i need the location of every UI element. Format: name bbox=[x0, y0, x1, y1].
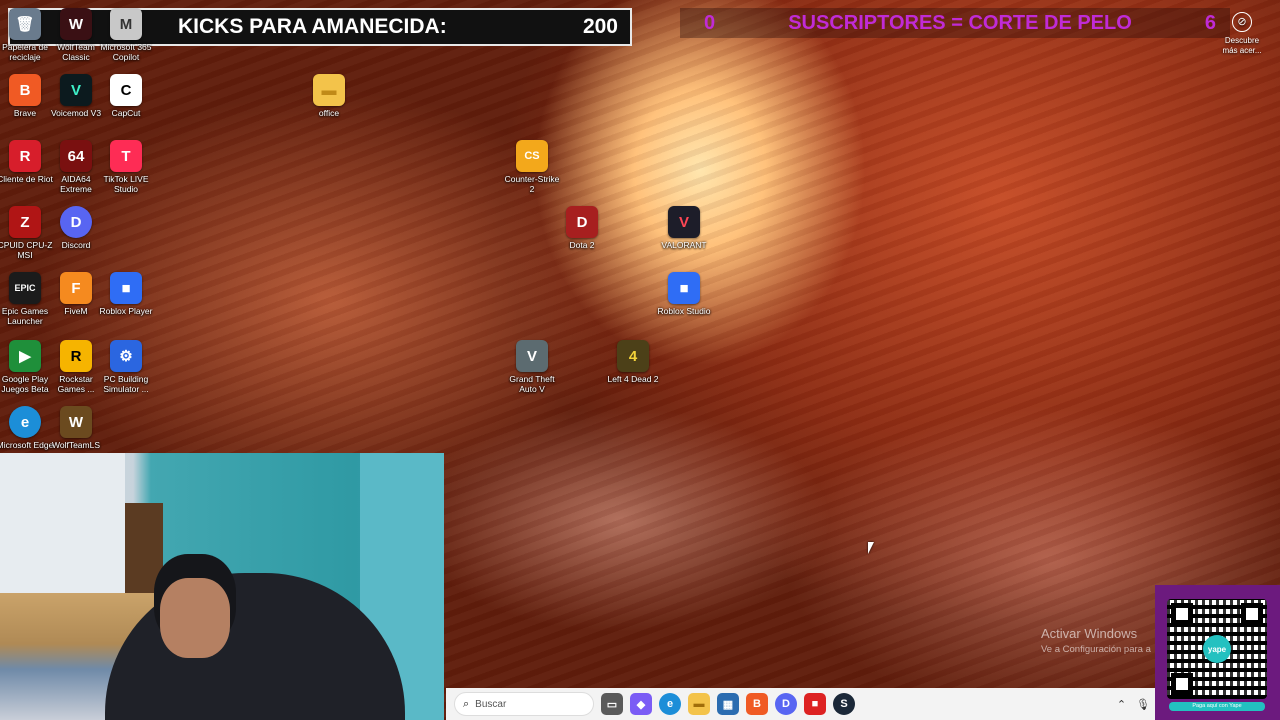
desktop-icon-gta-v[interactable]: V Grand Theft Auto V bbox=[502, 340, 562, 394]
desktop-icon-label: Roblox Studio bbox=[657, 306, 711, 316]
desktop-icon-label: Counter-Strike 2 bbox=[504, 174, 560, 194]
taskbar: ⌕ Buscar ▭ ◆ e ▬ ▦ B D ■ S ⌃ 🎙 bbox=[446, 688, 1160, 720]
folder-icon: ▬ bbox=[313, 74, 345, 106]
steam-icon[interactable]: S bbox=[833, 693, 855, 715]
desktop-icon-label: PC Building Simulator ... bbox=[103, 374, 149, 394]
store-icon[interactable]: ▦ bbox=[717, 693, 739, 715]
brave-icon: B bbox=[9, 74, 41, 106]
subs-count-right: 6 bbox=[1204, 11, 1216, 34]
desktop-icon-label: WolfTeamLS bbox=[51, 440, 101, 450]
desktop-icon-left-4-dead-2[interactable]: 4 Left 4 Dead 2 bbox=[603, 340, 663, 384]
wolfteam-icon: W bbox=[60, 406, 92, 438]
search-placeholder: Buscar bbox=[475, 698, 507, 710]
mouse-cursor bbox=[868, 542, 874, 554]
desktop-icon-label: Left 4 Dead 2 bbox=[607, 374, 659, 384]
microphone-icon[interactable]: 🎙 bbox=[1136, 698, 1150, 711]
left4dead-icon: 4 bbox=[617, 340, 649, 372]
valorant-icon: V bbox=[668, 206, 700, 238]
edge-icon[interactable]: e bbox=[659, 693, 681, 715]
discord-icon: D bbox=[60, 206, 92, 238]
activate-title: Activar Windows bbox=[1041, 626, 1138, 641]
desktop-icon-roblox-player[interactable]: ■ Roblox Player bbox=[96, 272, 156, 316]
roblox-icon: ■ bbox=[110, 272, 142, 304]
roblox-studio-icon: ■ bbox=[668, 272, 700, 304]
desktop-icon-roblox-studio[interactable]: ■ Roblox Studio bbox=[654, 272, 714, 316]
webcam-feed bbox=[0, 453, 444, 720]
discover-acer-widget[interactable]: ⊘ Descubre más acer... bbox=[1218, 12, 1266, 56]
webcam-head bbox=[160, 578, 230, 658]
cpuz-icon: Z bbox=[9, 206, 41, 238]
kicks-value: 200 bbox=[582, 15, 618, 38]
taskbar-search[interactable]: ⌕ Buscar bbox=[454, 692, 594, 716]
desktop-icon-label: VALORANT bbox=[661, 240, 707, 250]
google-play-icon: ▶ bbox=[9, 340, 41, 372]
desktop-icon-wolfteamls[interactable]: W WolfTeamLS bbox=[46, 406, 106, 450]
desktop-icon-label: Dota 2 bbox=[569, 240, 595, 250]
chevron-up-icon[interactable]: ⌃ bbox=[1117, 698, 1126, 711]
wolfteam-icon: W bbox=[60, 8, 92, 40]
aida64-icon: 64 bbox=[60, 140, 92, 172]
desktop-icon-label: Roblox Player bbox=[99, 306, 153, 316]
activate-windows-watermark: Activar Windows Ve a Configuración para … bbox=[1041, 626, 1151, 655]
desktop-icon-valorant[interactable]: V VALORANT bbox=[654, 206, 714, 250]
voicemod-icon: V bbox=[60, 74, 92, 106]
kicks-label: KICKS PARA AMANECIDA: bbox=[178, 15, 447, 38]
epic-games-icon: EPIC bbox=[9, 272, 41, 304]
copilot-icon[interactable]: ◆ bbox=[630, 693, 652, 715]
acer-icon: ⊘ bbox=[1232, 12, 1252, 32]
qr-caption: Paga aquí con Yape bbox=[1169, 702, 1265, 711]
system-tray: ⌃ 🎙 bbox=[1117, 698, 1160, 711]
qr-finder-pattern bbox=[1171, 673, 1193, 695]
counter-strike-icon: CS bbox=[516, 140, 548, 172]
desktop-icon-label: TikTok LIVE Studio bbox=[103, 174, 149, 194]
desktop-icon-label: CapCut bbox=[111, 108, 141, 118]
document-icon: M bbox=[110, 8, 142, 40]
yape-qr-panel: yape Paga aquí con Yape bbox=[1155, 585, 1280, 720]
desktop-icon-label: Microsoft 365 Copilot bbox=[100, 42, 152, 62]
subs-label: SUSCRIPTORES = CORTE DE PELO bbox=[788, 11, 1132, 34]
roblox-icon[interactable]: ■ bbox=[804, 693, 826, 715]
subscribers-banner: 0 SUSCRIPTORES = CORTE DE PELO 6 bbox=[680, 8, 1230, 38]
desktop-icon-label: Grand Theft Auto V bbox=[509, 374, 555, 394]
desktop-icon-office-folder[interactable]: ▬ office bbox=[299, 74, 359, 118]
desktop-icon-discord[interactable]: D Discord bbox=[46, 206, 106, 250]
desktop-icon-label: office bbox=[318, 108, 340, 118]
desktop-icon-counter-strike-2[interactable]: CS Counter-Strike 2 bbox=[502, 140, 562, 194]
edge-icon: e bbox=[9, 406, 41, 438]
brave-icon[interactable]: B bbox=[746, 693, 768, 715]
qr-finder-pattern bbox=[1171, 603, 1193, 625]
tiktok-icon: T bbox=[110, 140, 142, 172]
dota-icon: D bbox=[566, 206, 598, 238]
gear-icon: ⚙ bbox=[110, 340, 142, 372]
desktop-icon-tiktok-live[interactable]: T TikTok LIVE Studio bbox=[96, 140, 156, 194]
search-icon: ⌕ bbox=[463, 697, 470, 710]
desktop-icon-capcut[interactable]: C CapCut bbox=[96, 74, 156, 118]
desktop-icon-m365-copilot[interactable]: M Microsoft 365 Copilot bbox=[96, 8, 156, 62]
desktop-icon-label: Discord bbox=[61, 240, 91, 250]
desktop-icon-pc-building-sim[interactable]: ⚙ PC Building Simulator ... bbox=[96, 340, 156, 394]
recycle-bin-icon: 🗑 bbox=[9, 8, 41, 40]
discord-icon[interactable]: D bbox=[775, 693, 797, 715]
fivem-icon: F bbox=[60, 272, 92, 304]
activate-subtitle: Ve a Configuración para a bbox=[1041, 644, 1151, 655]
task-view-icon[interactable]: ▭ bbox=[601, 693, 623, 715]
rockstar-icon: R bbox=[60, 340, 92, 372]
discover-label: Descubre más acer... bbox=[1222, 36, 1262, 55]
file-explorer-icon[interactable]: ▬ bbox=[688, 693, 710, 715]
webcam-wall bbox=[0, 453, 125, 593]
qr-finder-pattern bbox=[1241, 603, 1263, 625]
subs-count-left: 0 bbox=[704, 11, 716, 34]
yape-logo: yape bbox=[1203, 635, 1231, 663]
desktop-icon-dota-2[interactable]: D Dota 2 bbox=[552, 206, 612, 250]
riot-icon: R bbox=[9, 140, 41, 172]
gta-icon: V bbox=[516, 340, 548, 372]
capcut-icon: C bbox=[110, 74, 142, 106]
